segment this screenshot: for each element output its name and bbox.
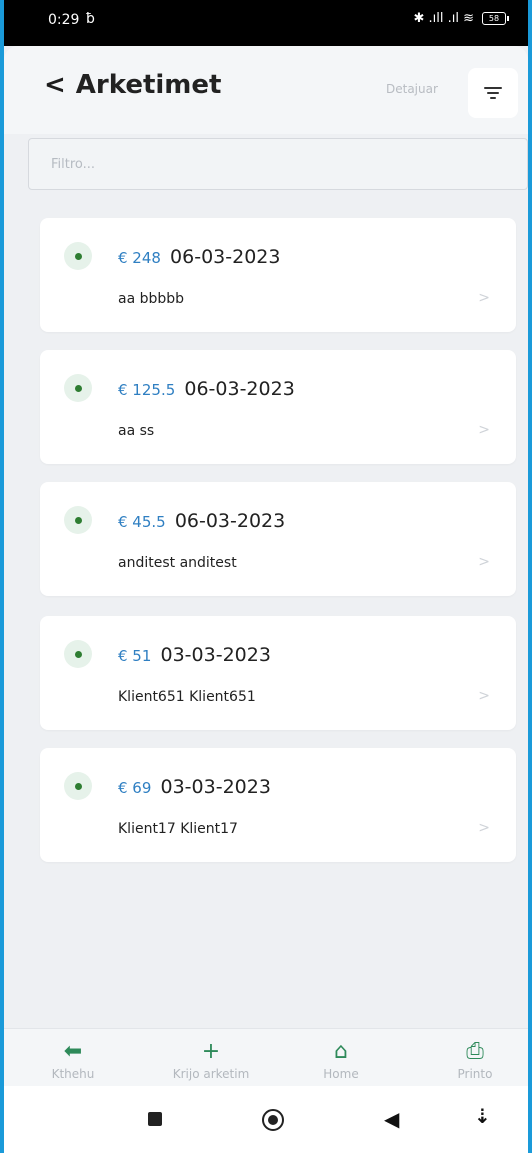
receipt-amount: € 248 <box>118 249 161 267</box>
nav-label: Home <box>323 1067 359 1081</box>
nav-print[interactable]: ⎙ Printo <box>420 1039 528 1082</box>
status-bar: 0:29 ƀ ✱ .ıll .ıl ≋ 58 <box>4 0 528 46</box>
receipt-client: aa bbbbb <box>118 291 185 307</box>
receipt-amount: € 125.5 <box>118 381 176 399</box>
status-indicator <box>64 772 92 800</box>
status-time: 0:29 <box>48 12 80 28</box>
chevron-right-icon: > <box>478 688 490 704</box>
nav-back[interactable]: ⬅ Kthehu <box>18 1039 128 1082</box>
receipt-card[interactable]: € 248 06-03-2023 aa bbbbb > <box>40 218 516 332</box>
status-icons: ✱ .ıll .ıl ≋ 58 <box>413 11 509 26</box>
recent-apps-icon[interactable] <box>148 1112 162 1126</box>
receipt-date: 06-03-2023 <box>184 378 295 400</box>
nav-home[interactable]: ⌂ Home <box>286 1039 396 1082</box>
receipt-date: 06-03-2023 <box>170 246 281 268</box>
receipt-card[interactable]: € 125.5 06-03-2023 aa ss > <box>40 350 516 464</box>
home-circle-icon[interactable] <box>262 1109 284 1131</box>
receipt-card[interactable]: € 69 03-03-2023 Klient17 Klient17 > <box>40 748 516 862</box>
chevron-right-icon: > <box>478 290 490 306</box>
filter-button[interactable] <box>468 68 518 118</box>
system-navigation-bar: ◀ ⇣ <box>4 1086 528 1153</box>
receipt-header: € 69 03-03-2023 <box>118 776 271 798</box>
receipt-amount: € 51 <box>118 647 152 665</box>
status-dot-icon <box>74 516 82 524</box>
status-dot-icon <box>74 650 82 658</box>
nav-label: Printo <box>457 1067 493 1081</box>
receipt-amount: € 45.5 <box>118 513 166 531</box>
receipt-date: 03-03-2023 <box>160 776 271 798</box>
status-indicator <box>64 242 92 270</box>
receipt-client: aa ss <box>118 423 155 439</box>
filter-input[interactable] <box>29 139 527 189</box>
receipt-header: € 248 06-03-2023 <box>118 246 280 268</box>
receipt-header: € 45.5 06-03-2023 <box>118 510 285 532</box>
nav-label: Krijo arketim <box>172 1067 250 1081</box>
status-indicator <box>64 506 92 534</box>
status-dot-icon <box>74 782 82 790</box>
bottom-navigation: ⬅ Kthehu + Krijo arketim ⌂ Home ⎙ Printo <box>4 1028 528 1087</box>
filter-icon <box>484 86 502 100</box>
chevron-left-icon: < <box>44 70 66 100</box>
nav-create-receipt[interactable]: + Krijo arketim <box>156 1039 266 1082</box>
filter-field[interactable] <box>28 138 528 190</box>
chevron-right-icon: > <box>478 554 490 570</box>
app-screen: 0:29 ƀ ✱ .ıll .ıl ≋ 58 < Arketimet Detaj… <box>4 0 528 1153</box>
back-triangle-icon[interactable]: ◀ <box>384 1107 399 1131</box>
printer-icon: ⎙ <box>466 1039 484 1064</box>
notification-icon: ƀ <box>86 11 95 27</box>
receipt-card[interactable]: € 51 03-03-2023 Klient651 Klient651 > <box>40 616 516 730</box>
receipt-header: € 51 03-03-2023 <box>118 644 271 666</box>
receipt-client: anditest anditest <box>118 555 237 571</box>
page-title: Arketimet <box>75 70 222 100</box>
status-indicator <box>64 374 92 402</box>
status-dot-icon <box>74 252 82 260</box>
page-header: < Arketimet Detajuar <box>4 46 528 134</box>
back-button[interactable]: < Arketimet <box>44 70 221 100</box>
details-toggle[interactable]: Detajuar <box>386 82 438 96</box>
plus-icon: + <box>201 1039 221 1064</box>
status-dot-icon <box>74 384 82 392</box>
chevron-right-icon: > <box>478 820 490 836</box>
receipt-header: € 125.5 06-03-2023 <box>118 378 295 400</box>
arrow-left-icon: ⬅ <box>63 1039 83 1064</box>
home-icon: ⌂ <box>334 1039 348 1064</box>
receipt-client: Klient17 Klient17 <box>118 821 238 837</box>
receipt-date: 06-03-2023 <box>174 510 286 532</box>
status-indicator <box>64 640 92 668</box>
more-options-icon[interactable]: ⇣ <box>474 1104 491 1128</box>
receipt-date: 03-03-2023 <box>160 644 271 666</box>
nav-label: Kthehu <box>51 1067 95 1081</box>
signal-icons: ✱ .ıll .ıl ≋ <box>413 11 474 26</box>
chevron-right-icon: > <box>478 422 490 438</box>
battery-icon: 58 <box>482 12 509 25</box>
receipt-amount: € 69 <box>118 779 152 797</box>
receipt-client: Klient651 Klient651 <box>118 689 256 705</box>
receipt-card[interactable]: € 45.5 06-03-2023 anditest anditest > <box>40 482 516 596</box>
